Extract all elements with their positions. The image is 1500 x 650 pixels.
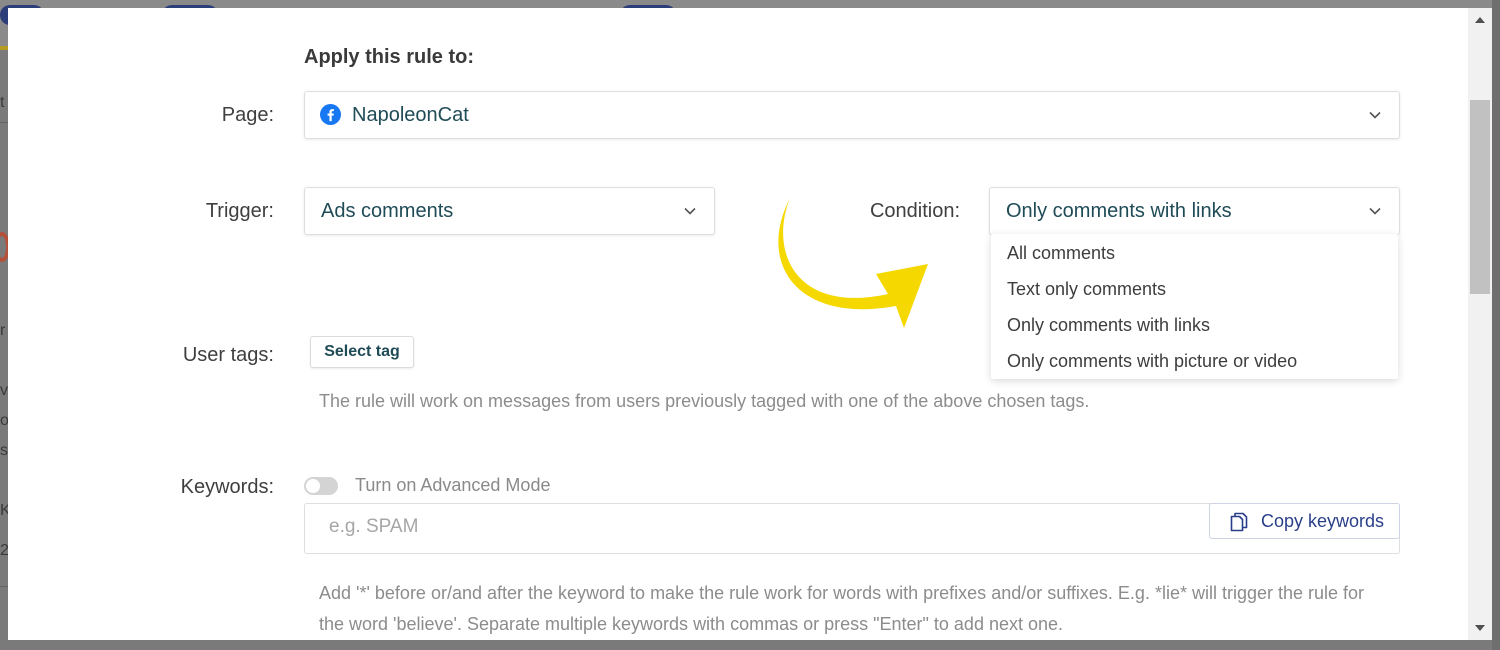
- background-divider: [0, 586, 8, 587]
- page-select[interactable]: NapoleonCat: [304, 91, 1400, 139]
- user-tags-hint: The rule will work on messages from user…: [319, 391, 1090, 411]
- condition-select[interactable]: Only comments with links: [989, 187, 1400, 235]
- dropdown-option-all-comments[interactable]: All comments: [1007, 243, 1115, 264]
- chevron-down-icon: [1369, 207, 1381, 215]
- keywords-help-text: Add '*' before or/and after the keyword …: [319, 583, 1365, 634]
- copy-keywords-button[interactable]: Copy keywords: [1209, 503, 1400, 539]
- copy-icon: [1230, 512, 1248, 532]
- chevron-down-icon: [684, 207, 696, 215]
- dropdown-option-text-only[interactable]: Text only comments: [1007, 279, 1166, 300]
- background-text: t: [0, 94, 5, 111]
- section-title: Apply this rule to:: [304, 46, 474, 68]
- dropdown-option-with-links[interactable]: Only comments with links: [1007, 315, 1210, 336]
- modal-scrollbar[interactable]: [1468, 8, 1492, 640]
- scroll-up-icon[interactable]: [1475, 17, 1485, 23]
- page-label: Page:: [221, 104, 274, 126]
- advanced-mode-label: Turn on Advanced Mode: [355, 475, 551, 495]
- page-select-value: NapoleonCat: [352, 104, 469, 126]
- condition-label: Condition:: [869, 200, 960, 222]
- background-divider: [0, 122, 8, 123]
- background-text: v: [0, 382, 8, 399]
- scrollbar-thumb[interactable]: [1470, 100, 1490, 294]
- copy-keywords-label: Copy keywords: [1261, 511, 1385, 531]
- background-text: r: [0, 322, 6, 339]
- trigger-label: Trigger:: [205, 200, 274, 222]
- condition-dropdown-menu: All comments Text only comments Only com…: [991, 234, 1398, 379]
- chevron-down-icon: [1369, 111, 1381, 119]
- toggle-knob: [306, 479, 320, 493]
- select-tag-button[interactable]: Select tag: [310, 336, 414, 368]
- rule-settings-modal: Apply this rule to: Page: NapoleonCat Tr…: [8, 8, 1468, 640]
- keywords-label: Keywords:: [180, 476, 274, 498]
- user-tags-label: User tags:: [182, 344, 274, 366]
- scroll-down-icon[interactable]: [1475, 625, 1485, 631]
- condition-select-value: Only comments with links: [1006, 200, 1232, 222]
- advanced-mode-toggle[interactable]: [304, 477, 338, 495]
- dropdown-option-picture-or-video[interactable]: Only comments with picture or video: [1007, 351, 1297, 372]
- facebook-icon: [320, 104, 341, 125]
- background-edge: [1492, 0, 1500, 650]
- keywords-input[interactable]: [329, 516, 1189, 538]
- trigger-select-value: Ads comments: [321, 200, 454, 222]
- trigger-select[interactable]: Ads comments: [304, 187, 715, 235]
- background-accent-strip: [0, 46, 8, 50]
